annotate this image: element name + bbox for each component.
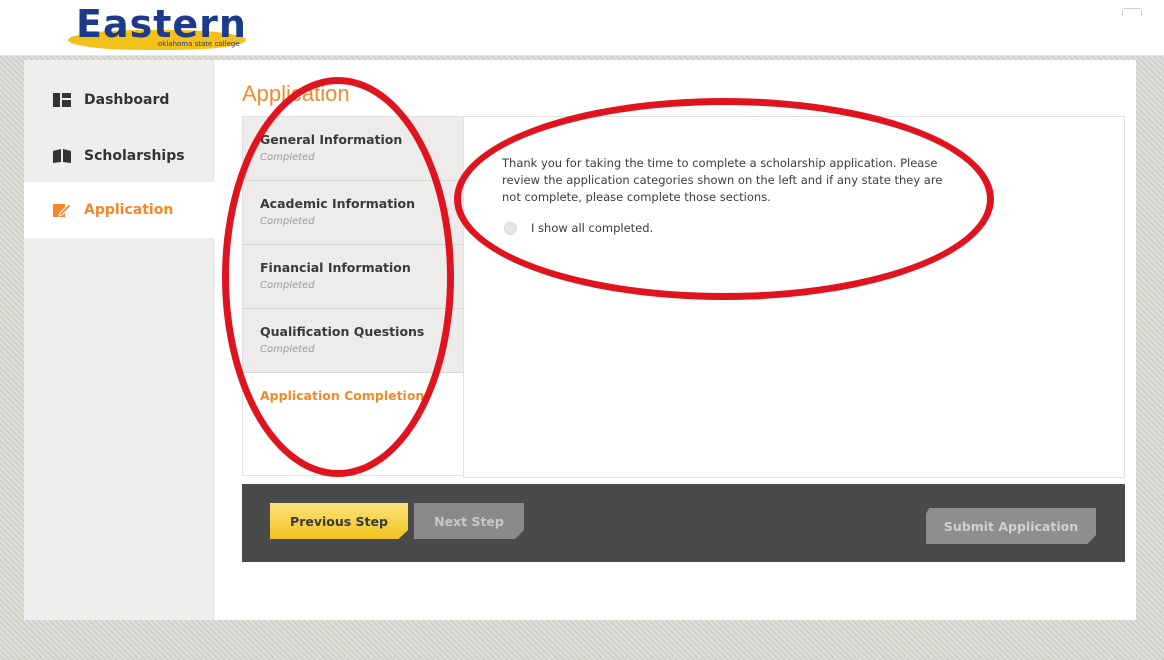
step-title: Academic Information bbox=[260, 196, 415, 211]
step-title: General Information bbox=[260, 132, 403, 147]
page-title: Application bbox=[242, 81, 350, 106]
completion-content: Thank you for taking the time to complet… bbox=[463, 116, 1125, 478]
previous-step-button[interactable]: Previous Step bbox=[270, 503, 408, 539]
step-status: Completed bbox=[260, 344, 315, 355]
submit-application-button[interactable]: Submit Application bbox=[926, 508, 1096, 544]
confirm-completed-label: I show all completed. bbox=[531, 221, 654, 235]
logo-subtext: oklahoma state college bbox=[158, 40, 240, 48]
sidebar-item-label: Scholarships bbox=[84, 148, 185, 164]
step-status: Completed bbox=[260, 152, 315, 163]
sidebar: Dashboard Scholarships Application bbox=[24, 60, 214, 620]
step-navigation-bar: Previous Step Next Step Submit Applicati… bbox=[242, 484, 1125, 562]
completion-intro-text: Thank you for taking the time to complet… bbox=[502, 156, 943, 204]
sidebar-item-scholarships[interactable]: Scholarships bbox=[24, 128, 214, 184]
step-status: Completed bbox=[260, 280, 315, 291]
step-academic-information[interactable]: Academic Information Completed bbox=[243, 181, 464, 245]
sidebar-item-label: Dashboard bbox=[84, 92, 170, 108]
header: Eastern oklahoma state college bbox=[0, 0, 1164, 56]
book-icon bbox=[53, 149, 71, 163]
eastern-logo[interactable]: Eastern oklahoma state college bbox=[62, 2, 252, 52]
step-title: Qualification Questions bbox=[260, 324, 425, 339]
next-step-button[interactable]: Next Step bbox=[414, 503, 524, 539]
confirm-completed-radio[interactable] bbox=[504, 221, 517, 235]
edit-icon bbox=[53, 203, 72, 217]
sidebar-item-label: Application bbox=[84, 202, 174, 218]
window-icon[interactable] bbox=[1122, 8, 1142, 16]
confirm-completed-option[interactable]: I show all completed. bbox=[504, 221, 653, 235]
step-title: Financial Information bbox=[260, 260, 411, 275]
step-application-completion[interactable]: Application Completion bbox=[243, 373, 464, 437]
step-financial-information[interactable]: Financial Information Completed bbox=[243, 245, 464, 309]
step-general-information[interactable]: General Information Completed bbox=[243, 117, 464, 181]
step-status: Completed bbox=[260, 216, 315, 227]
dashboard-icon bbox=[53, 93, 71, 107]
step-title: Application Completion bbox=[260, 388, 425, 403]
sidebar-item-application[interactable]: Application bbox=[24, 182, 214, 238]
sidebar-item-dashboard[interactable]: Dashboard bbox=[24, 72, 214, 128]
step-qualification-questions[interactable]: Qualification Questions Completed bbox=[243, 309, 464, 373]
step-list: General Information Completed Academic I… bbox=[242, 116, 464, 476]
